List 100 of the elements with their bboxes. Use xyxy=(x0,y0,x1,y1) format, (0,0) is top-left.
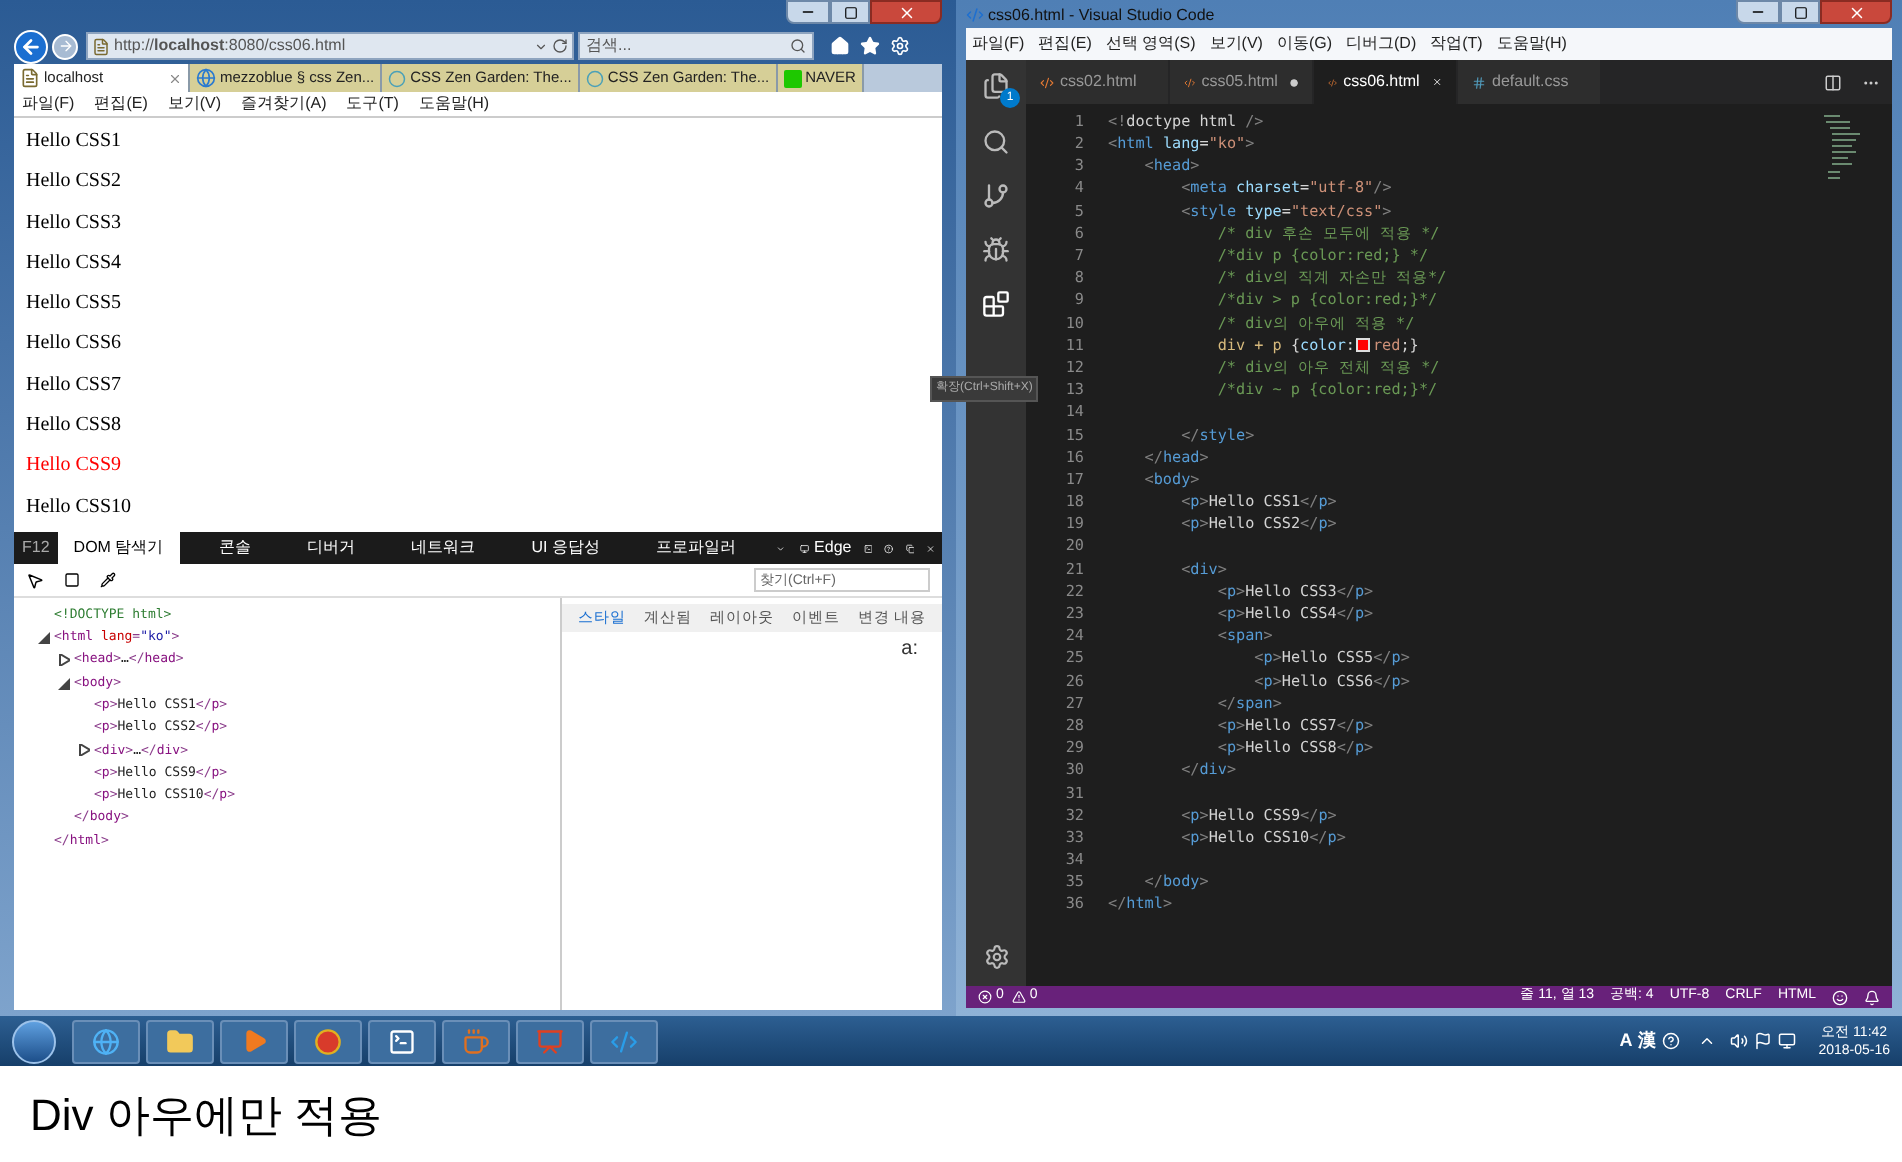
page-paragraph: Hello CSS7 xyxy=(26,373,122,396)
menu-item[interactable]: 이동(G) xyxy=(1276,32,1333,56)
start-button[interactable] xyxy=(12,1019,56,1063)
devtools-tab[interactable]: 디버거 xyxy=(291,532,372,564)
undock-icon[interactable] xyxy=(905,539,915,557)
page-paragraph: Hello CSS6 xyxy=(26,332,122,355)
taskbar-app[interactable] xyxy=(72,1019,140,1063)
editor-tab[interactable]: default.css xyxy=(1458,60,1602,104)
pipette-icon[interactable] xyxy=(100,572,116,588)
taskbar-app[interactable] xyxy=(294,1019,362,1063)
maximize-button[interactable] xyxy=(830,0,870,24)
git-branch-icon[interactable] xyxy=(982,182,1010,210)
devtools-tab[interactable]: 네트워크 xyxy=(395,532,492,564)
pseudo-state-label[interactable]: a: xyxy=(901,634,918,664)
expander-arrow-icon[interactable] xyxy=(78,744,90,757)
devtools-tab[interactable]: DOM 탐색기 xyxy=(57,532,180,564)
page-paragraph: Hello CSS2 xyxy=(26,170,122,193)
page-paragraph: Hello CSS10 xyxy=(26,495,132,518)
menu-item[interactable]: 편집(E) xyxy=(94,92,148,116)
close-icon xyxy=(897,3,915,21)
smiley-icon[interactable] xyxy=(1832,989,1848,1005)
close-icon xyxy=(1847,3,1865,21)
editor-tab[interactable]: css05.html xyxy=(1170,60,1314,104)
menu-item[interactable]: 선택 영역(S) xyxy=(1105,32,1196,56)
menu-item[interactable]: 보기(V) xyxy=(167,92,222,116)
search-icon[interactable] xyxy=(982,128,1010,156)
ime-indicator[interactable]: 漢 xyxy=(1638,1027,1657,1055)
settings-icon[interactable] xyxy=(983,944,1009,970)
close-button[interactable] xyxy=(870,0,942,24)
extensions-icon[interactable] xyxy=(982,290,1010,318)
code-brackets-icon xyxy=(1328,75,1338,89)
menu-item[interactable]: 파일(F) xyxy=(972,32,1025,56)
page-paragraph: Hello CSS5 xyxy=(26,292,122,315)
maximize-icon xyxy=(843,5,857,19)
unsaved-dot-icon xyxy=(1289,77,1298,87)
expander-arrow-icon[interactable] xyxy=(58,677,70,690)
editor-tab[interactable]: css02.html xyxy=(1026,60,1170,104)
devtools-tab[interactable]: 콘솔 xyxy=(203,532,268,564)
globe-icon xyxy=(196,68,216,88)
menu-item[interactable]: 파일(F) xyxy=(22,92,75,116)
home-icon[interactable] xyxy=(830,36,850,56)
console-icon[interactable] xyxy=(863,539,873,557)
close-button[interactable] xyxy=(1820,0,1892,24)
flag-icon[interactable] xyxy=(1754,1032,1773,1050)
vscode-logo-icon xyxy=(966,6,984,24)
code-brackets-icon xyxy=(610,1027,638,1055)
box-icon[interactable] xyxy=(64,572,80,588)
close-icon[interactable] xyxy=(1431,74,1442,90)
editor-tab[interactable]: css06.html xyxy=(1314,60,1458,104)
menu-item[interactable]: 보기(V) xyxy=(1209,32,1263,56)
emulation-label[interactable]: Edge xyxy=(814,536,852,560)
speaker-icon[interactable] xyxy=(1730,1032,1749,1050)
menu-item[interactable]: 도구(T) xyxy=(346,92,399,116)
split-editor-icon[interactable] xyxy=(1824,73,1842,91)
refresh-icon xyxy=(552,38,568,54)
error-icon[interactable] xyxy=(978,990,992,1004)
forward-button[interactable] xyxy=(52,33,78,59)
address-field[interactable]: http://localhost:8080/css06.html xyxy=(86,32,574,60)
page-paragraph: Hello CSS8 xyxy=(26,414,122,437)
select-element-icon[interactable] xyxy=(26,571,44,589)
maximize-icon xyxy=(1793,5,1807,19)
loading-circle-icon xyxy=(388,69,407,87)
folder-icon xyxy=(166,1027,194,1055)
taskbar-app[interactable] xyxy=(146,1019,214,1063)
help-icon[interactable] xyxy=(1662,1032,1681,1050)
menu-item[interactable]: 작업(T) xyxy=(1430,32,1483,56)
search-field[interactable]: 검색... xyxy=(578,32,814,60)
url-text: http://localhost:8080/css06.html xyxy=(114,34,346,58)
warning-icon[interactable] xyxy=(1011,990,1026,1004)
devtools-tab[interactable]: 프로파일러 xyxy=(639,532,752,564)
taskbar-app[interactable] xyxy=(368,1019,436,1063)
search-input[interactable]: 검색... xyxy=(580,34,790,58)
monitor-icon[interactable] xyxy=(800,539,811,557)
search-icon[interactable] xyxy=(790,38,806,54)
page-paragraph: Hello CSS9 xyxy=(26,454,122,477)
back-button[interactable] xyxy=(14,29,48,63)
color-swatch-icon[interactable] xyxy=(1356,337,1371,352)
bug-icon[interactable] xyxy=(982,236,1010,264)
dropdown-icon xyxy=(534,39,548,53)
devtools-tab[interactable]: UI 응답성 xyxy=(515,532,616,564)
hash-icon xyxy=(1472,75,1486,89)
expander-arrow-icon[interactable] xyxy=(58,654,70,667)
expander-arrow-icon[interactable] xyxy=(38,631,50,644)
help-icon[interactable] xyxy=(884,539,894,557)
menu-item[interactable]: 도움말(H) xyxy=(418,92,490,116)
page-paragraph: Hello CSS4 xyxy=(26,251,122,274)
site-square-icon xyxy=(783,69,802,87)
chevron-up-icon[interactable] xyxy=(1698,1032,1717,1050)
menu-item[interactable]: 디버그(D) xyxy=(1346,32,1417,56)
network-icon[interactable] xyxy=(1778,1032,1797,1050)
bell-icon[interactable] xyxy=(1864,989,1880,1005)
minimize-button[interactable] xyxy=(786,0,830,24)
menu-item[interactable]: 즐겨찾기(A) xyxy=(241,92,327,116)
loading-circle-icon xyxy=(585,69,604,87)
ime-indicator[interactable]: A xyxy=(1619,1027,1633,1055)
star-icon[interactable] xyxy=(860,36,880,56)
page-paragraph: Hello CSS1 xyxy=(26,130,122,152)
maximize-button[interactable] xyxy=(1780,0,1820,24)
menu-item[interactable]: 도움말(H) xyxy=(1496,32,1567,56)
menu-item[interactable]: 편집(E) xyxy=(1038,32,1092,56)
